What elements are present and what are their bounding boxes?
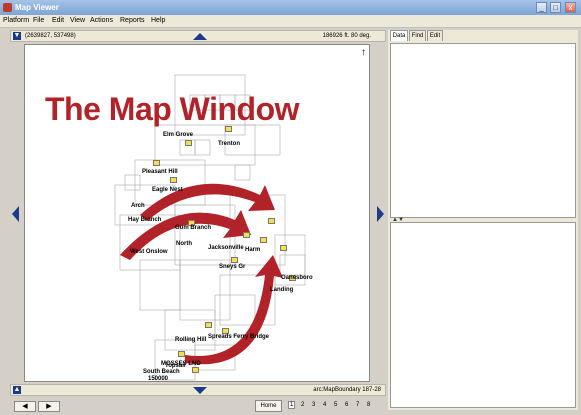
- close-button[interactable]: x: [565, 2, 576, 13]
- menu-reports[interactable]: Reports: [120, 17, 145, 24]
- map-canvas[interactable]: ↑ The Map Window Elm Grove Trenton Pleas…: [24, 44, 370, 382]
- expand-icon[interactable]: ▲: [13, 386, 21, 394]
- tab-edit[interactable]: Edit: [427, 30, 443, 41]
- arrows-graphic: [120, 183, 283, 365]
- scale-number: 150000: [148, 376, 169, 382]
- map-marker[interactable]: [225, 126, 232, 132]
- data-panel-top[interactable]: [390, 43, 576, 218]
- page-link[interactable]: 2: [301, 402, 304, 408]
- pan-down-button[interactable]: [193, 387, 207, 394]
- place-label: North: [176, 241, 192, 247]
- map-marker[interactable]: [231, 257, 238, 263]
- pan-up-button[interactable]: [193, 33, 207, 40]
- place-label: Elm Grove: [163, 132, 194, 138]
- data-panel-bottom[interactable]: [390, 222, 576, 408]
- page-link[interactable]: 8: [367, 402, 370, 408]
- page-link[interactable]: 5: [334, 402, 337, 408]
- place-label: Spreads Ferry Bridge: [208, 334, 270, 340]
- coordinate-bar: ▼ (2639827, 537498) 186926 ft. 80 deg.: [10, 30, 386, 42]
- title-bar: Map Viewer _ □ x: [0, 0, 581, 15]
- place-label: West Onslow: [130, 249, 168, 255]
- menu-actions[interactable]: Actions: [90, 17, 113, 24]
- status-bar: ▲ arc:MapBoundary 187-28: [10, 384, 386, 396]
- place-label: Harm: [245, 247, 261, 253]
- place-label: Oanesboro: [281, 275, 313, 281]
- boundary-readout: arc:MapBoundary 187-28: [313, 387, 381, 393]
- maximize-button[interactable]: □: [550, 2, 561, 13]
- pan-right-button[interactable]: [377, 206, 384, 222]
- page-link[interactable]: 6: [345, 402, 348, 408]
- place-label: Landing: [270, 287, 294, 293]
- map-frame: ▼ (2639827, 537498) 186926 ft. 80 deg. ↑: [10, 30, 386, 398]
- home-button[interactable]: Home: [255, 400, 282, 412]
- back-button[interactable]: ◀: [14, 401, 36, 412]
- bottom-navigation: ◀ ▶ Home 1 2 3 4 5 6 7 8: [0, 398, 388, 415]
- page-link[interactable]: 3: [312, 402, 315, 408]
- page-link-current[interactable]: 1: [288, 401, 296, 409]
- map-marker[interactable]: [205, 322, 212, 328]
- place-label: Eagle Nest: [152, 187, 183, 193]
- menu-file[interactable]: File: [33, 17, 44, 24]
- tab-data[interactable]: Data: [390, 30, 408, 41]
- pan-left-button[interactable]: [12, 206, 19, 222]
- place-label: South Beach: [143, 369, 180, 375]
- place-label: Hay Branch: [128, 217, 162, 223]
- page-link[interactable]: 7: [356, 402, 359, 408]
- window-title: Map Viewer: [15, 3, 59, 12]
- map-marker[interactable]: [153, 160, 160, 166]
- menu-platform[interactable]: Platform: [3, 17, 29, 24]
- place-label: Arch: [131, 203, 145, 209]
- map-marker[interactable]: [178, 351, 185, 357]
- scale-readout: 186926 ft. 80 deg.: [322, 33, 371, 39]
- menu-help[interactable]: Help: [151, 17, 165, 24]
- map-marker[interactable]: [280, 245, 287, 251]
- collapse-icon[interactable]: ▼: [13, 32, 21, 40]
- side-panel: Data Find Edit ▲▼: [388, 30, 578, 410]
- place-label: Gum Branch: [175, 225, 212, 231]
- place-label: Rolling Hill: [175, 337, 207, 343]
- minimize-button[interactable]: _: [536, 2, 547, 13]
- menu-view[interactable]: View: [70, 17, 85, 24]
- menu-bar: Platform File Edit View Actions Reports …: [0, 15, 581, 28]
- tab-find[interactable]: Find: [409, 30, 426, 41]
- place-label: Sneys Gr: [219, 264, 246, 270]
- menu-edit[interactable]: Edit: [52, 17, 64, 24]
- map-marker[interactable]: [268, 218, 275, 224]
- place-label: Pleasant Hill: [142, 169, 178, 175]
- coordinate-readout: (2639827, 537498): [25, 33, 76, 39]
- map-marker[interactable]: [185, 140, 192, 146]
- app-icon: [3, 3, 12, 12]
- map-marker[interactable]: [260, 237, 267, 243]
- page-link[interactable]: 4: [323, 402, 326, 408]
- forward-button[interactable]: ▶: [38, 401, 60, 412]
- place-label: Trenton: [218, 141, 240, 147]
- place-label: Jacksonville: [208, 245, 244, 251]
- map-marker[interactable]: [243, 232, 250, 238]
- map-marker[interactable]: [192, 367, 199, 373]
- map-marker[interactable]: [170, 177, 177, 183]
